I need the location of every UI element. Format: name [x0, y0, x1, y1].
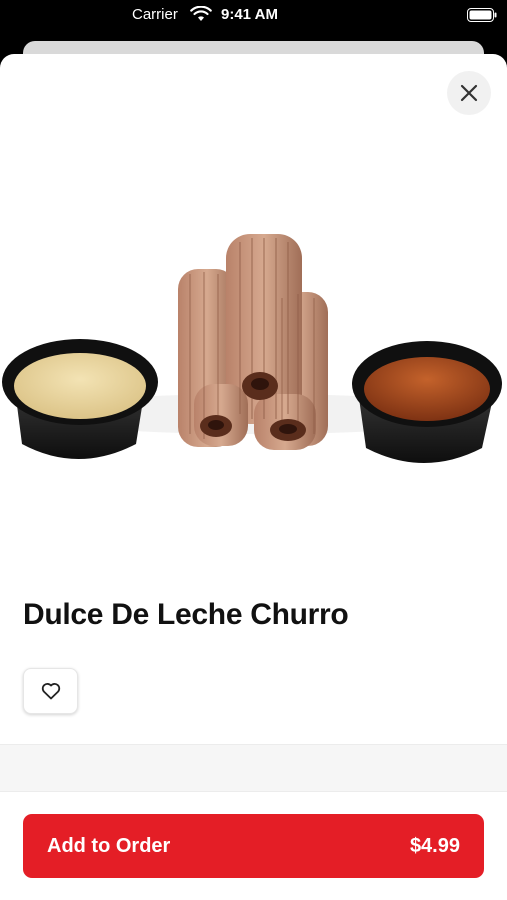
heart-icon: [41, 683, 60, 700]
close-icon: [460, 84, 478, 102]
add-to-order-button[interactable]: Add to Order $4.99: [23, 814, 484, 878]
order-price: $4.99: [409, 834, 460, 857]
wifi-icon: [190, 6, 212, 21]
churros: [178, 234, 328, 450]
status-time: 9:41 AM: [221, 6, 278, 23]
close-button[interactable]: [447, 71, 491, 115]
product-image: [2, 234, 502, 463]
carrier-label: Carrier: [132, 6, 178, 23]
battery-icon: [467, 8, 497, 22]
product-title: Dulce De Leche Churro: [23, 598, 349, 631]
product-sheet: Dulce De Leche Churro Add to Order $4.99: [0, 54, 507, 900]
status-bar: Carrier 9:41 AM: [0, 0, 507, 34]
section-divider: [0, 744, 507, 792]
favorite-button[interactable]: [23, 668, 78, 714]
add-to-order-label: Add to Order: [47, 834, 171, 857]
